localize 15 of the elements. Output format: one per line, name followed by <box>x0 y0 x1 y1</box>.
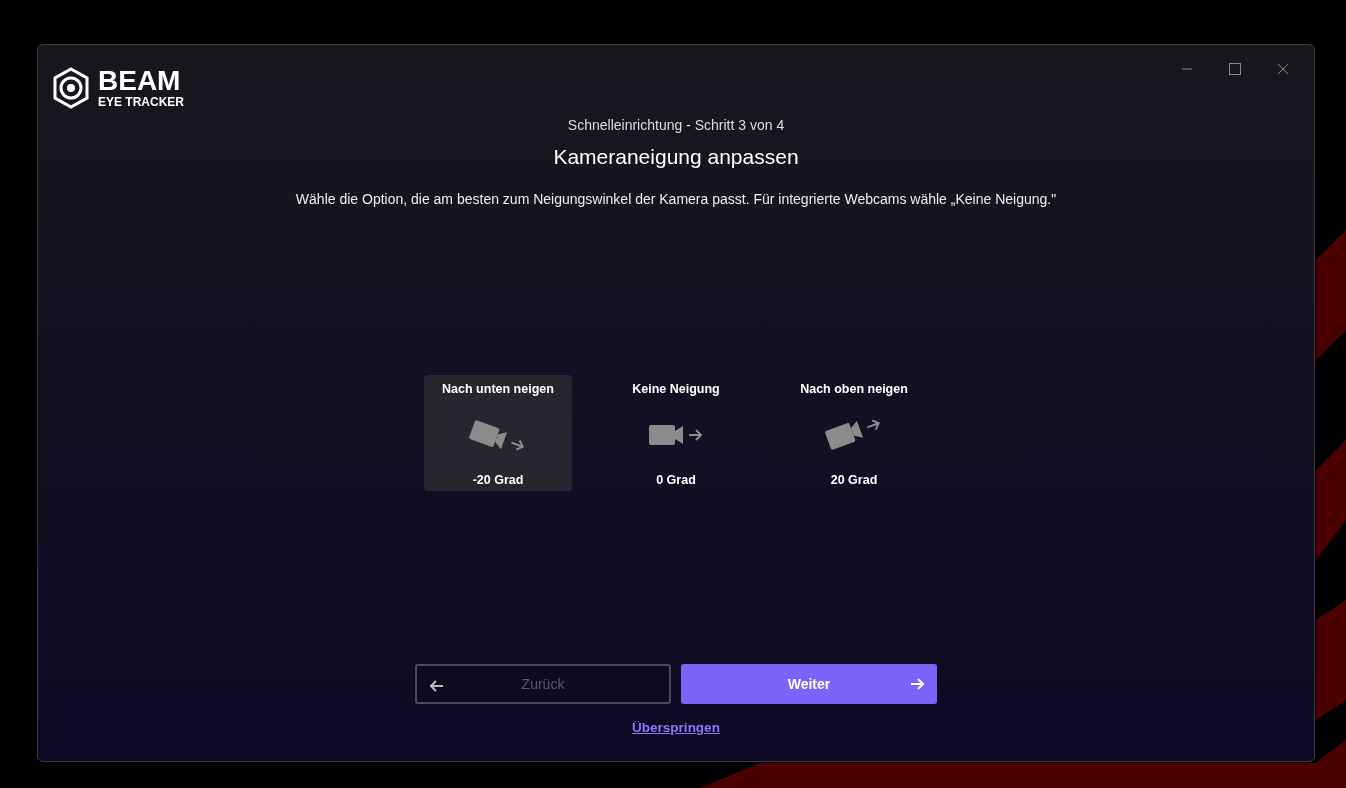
logo-title: BEAM <box>98 67 182 95</box>
step-indicator: Schnelleinrichtung - Schritt 3 von 4 <box>567 117 785 133</box>
next-button[interactable]: Weiter <box>681 664 937 704</box>
arrow-right-icon <box>909 676 925 692</box>
logo-icon <box>52 67 90 109</box>
description: Wähle die Option, die am besten zum Neigungswinkel der Kamera passt. Für integrierte Webcams wähle „Keine Neigung." <box>295 191 1057 207</box>
logo-subtitle: EYE TRACKER <box>98 95 184 109</box>
maximize-icon <box>1228 62 1242 76</box>
tilt-option[interactable]: Nach oben neigen 20 Grad <box>780 375 928 491</box>
tilt-option[interactable]: Nach unten neigen -20 Grad <box>424 375 572 491</box>
tilt-option[interactable]: Keine Neigung 0 Grad <box>602 375 750 491</box>
skip-link[interactable]: Überspringen <box>632 720 720 735</box>
close-icon <box>1277 63 1289 75</box>
arrow-left-icon <box>429 678 445 694</box>
page-title: Kameraneigung anpassen <box>553 145 799 169</box>
